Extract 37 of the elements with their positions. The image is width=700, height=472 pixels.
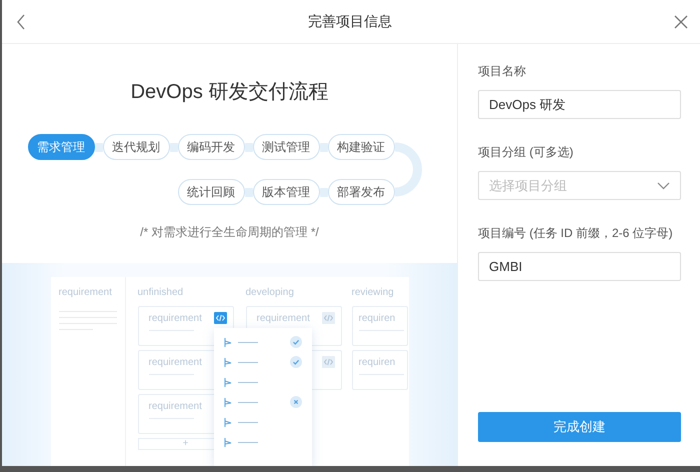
- cross-icon: [290, 396, 302, 408]
- connector: [320, 142, 328, 152]
- column-title: reviewing: [352, 287, 395, 300]
- column-title: unfinished: [138, 287, 184, 300]
- flow-step-tab[interactable]: 版本管理: [252, 179, 320, 205]
- connector: [170, 142, 178, 152]
- connector: [94, 142, 102, 152]
- check-icon: [290, 356, 302, 368]
- card-title: requirement: [148, 313, 203, 324]
- flow-step-tab[interactable]: 部署发布: [328, 179, 394, 205]
- field-label: 项目名称: [478, 63, 527, 80]
- close-icon[interactable]: [674, 14, 688, 28]
- flow-step-tab[interactable]: 测试管理: [252, 134, 320, 160]
- window-title: 完善项目信息: [308, 12, 392, 30]
- connector: [244, 188, 252, 196]
- card-title: requiren: [358, 313, 396, 324]
- card-title: requirement: [148, 401, 203, 412]
- check-icon: [290, 336, 302, 348]
- back-icon[interactable]: [16, 14, 26, 30]
- connector: [320, 188, 328, 196]
- input-field[interactable]: GMBI: [478, 252, 681, 281]
- flow-title: DevOps 研发交付流程: [130, 80, 328, 104]
- card-title: requiren: [358, 357, 396, 368]
- chevron-down-icon: [657, 182, 670, 190]
- flow-step-tab[interactable]: 迭代规划: [102, 134, 170, 160]
- field-label: 项目编号 (任务 ID 前缀，2-6 位字母): [478, 225, 674, 242]
- flow-step-tab[interactable]: 编码开发: [178, 134, 244, 160]
- input-field[interactable]: DevOps 研发: [478, 90, 681, 119]
- connector: [244, 142, 252, 152]
- flow-step-tab[interactable]: 统计回顾: [178, 179, 244, 205]
- card-title: requirement: [256, 313, 311, 324]
- column-title: developing: [246, 287, 295, 300]
- flow-step-tab[interactable]: 构建验证: [328, 134, 394, 160]
- card-title: requirement: [148, 357, 203, 368]
- field-label: 项目分组 (可多选): [478, 144, 574, 161]
- sidebar-title: requirement: [58, 287, 113, 298]
- flow-caption: /* 对需求进行全生命周期的管理 */: [140, 224, 319, 241]
